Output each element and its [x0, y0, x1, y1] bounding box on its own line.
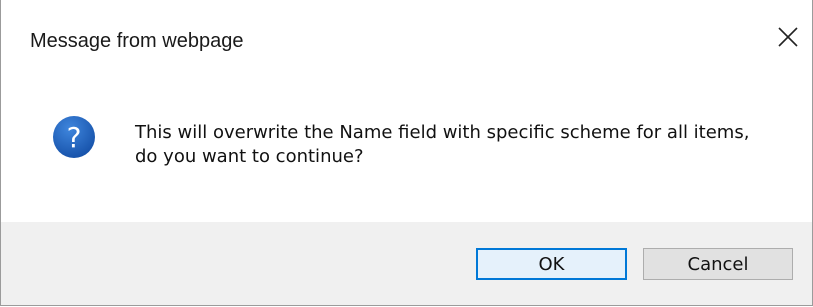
close-button[interactable]: [766, 14, 812, 60]
message-dialog: Message from webpage ? This will overwri…: [0, 0, 813, 306]
dialog-message: This will overwrite the Name field with …: [135, 122, 750, 167]
svg-text:?: ?: [67, 121, 82, 154]
close-icon: [778, 27, 798, 47]
ok-button[interactable]: OK: [476, 248, 627, 280]
cancel-button[interactable]: Cancel: [643, 248, 793, 280]
dialog-title: Message from webpage: [30, 30, 244, 52]
question-icon: ?: [52, 115, 96, 159]
dialog-footer: OK Cancel: [1, 222, 812, 305]
dialog-titlebar: Message from webpage: [1, 0, 812, 78]
